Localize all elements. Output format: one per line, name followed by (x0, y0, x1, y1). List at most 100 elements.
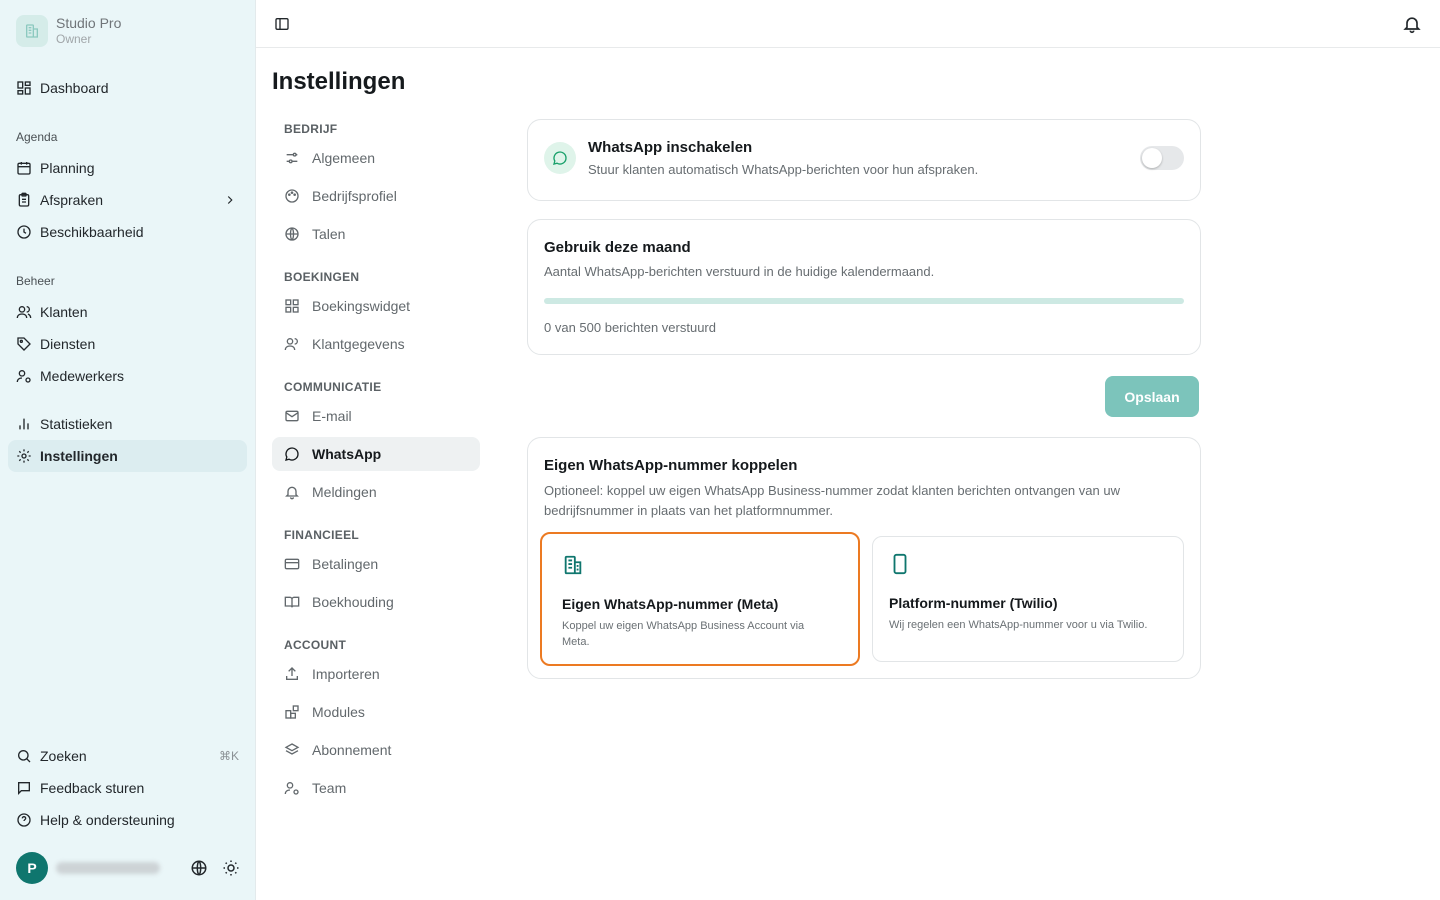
usage-summary: 0 van 500 berichten verstuurd (544, 320, 716, 335)
sidebar-item-afspraken[interactable]: Afspraken (8, 184, 247, 216)
sliders-icon (286, 152, 298, 164)
workspace-role: Owner (56, 32, 92, 46)
sidebar-item-label: Help & ondersteuning (40, 812, 175, 828)
sidebar-item-label: Statistieken (40, 416, 113, 432)
settings-item-label: WhatsApp (312, 446, 382, 462)
whatsapp-enable-title: WhatsApp inschakelen (588, 139, 753, 156)
usage-description: Aantal WhatsApp-berichten verstuurd in d… (544, 264, 935, 279)
settings-item-label: Algemeen (312, 150, 376, 166)
settings-item-modules[interactable]: Modules (272, 695, 480, 729)
settings-group-financieel: FINANCIEEL (284, 528, 359, 542)
sidebar-item-label: Afspraken (40, 192, 104, 208)
message-square-icon (18, 782, 30, 795)
nav-group-beheer: Beheer (16, 274, 55, 288)
settings-group-boekingen: BOEKINGEN (284, 270, 360, 284)
phone-icon (893, 553, 907, 575)
clipboard-icon (18, 192, 30, 207)
bell-icon[interactable] (1402, 14, 1422, 34)
settings-item-betalingen[interactable]: Betalingen (272, 547, 480, 581)
whatsapp-enable-card: WhatsApp inschakelen Stuur klanten autom… (527, 119, 1201, 201)
whatsapp-enable-toggle[interactable] (1140, 146, 1184, 170)
sidebar-item-label: Instellingen (40, 448, 118, 464)
calendar-icon (17, 162, 31, 175)
settings-item-label: Boekhouding (312, 594, 394, 610)
sidebar-toggle-icon[interactable] (274, 16, 290, 32)
sidebar-item-klanten[interactable]: Klanten (8, 296, 247, 328)
option-description: Koppel uw eigen WhatsApp Business Accoun… (562, 620, 805, 648)
connect-number-card: Eigen WhatsApp-nummer koppelen Optioneel… (527, 437, 1201, 679)
settings-item-abonnement[interactable]: Abonnement (272, 733, 480, 767)
users-icon (16, 306, 32, 319)
user-cog-icon (16, 370, 31, 383)
option-title: Platform-nummer (Twilio) (889, 595, 1058, 611)
settings-item-label: Bedrijfsprofiel (312, 188, 397, 204)
layout-grid-icon (285, 299, 299, 313)
settings-item-email[interactable]: E-mail (272, 399, 480, 433)
option-description: Wij regelen een WhatsApp-nummer voor u v… (889, 619, 1148, 631)
sidebar-item-statistieken[interactable]: Statistieken (8, 408, 247, 440)
globe-icon (285, 227, 299, 241)
chevron-right-icon[interactable] (223, 193, 237, 207)
settings-group-communicatie: COMMUNICATIE (284, 380, 382, 394)
sidebar-item-label: Planning (40, 160, 95, 176)
upload-icon (286, 667, 298, 680)
settings-item-team[interactable]: Team (272, 771, 480, 805)
user-menu[interactable]: P (16, 852, 244, 884)
option-meta[interactable]: Eigen WhatsApp-nummer (Meta) Koppel uw e… (540, 532, 860, 666)
blocks-icon (285, 705, 299, 719)
settings-item-boekhouding[interactable]: Boekhouding (272, 585, 480, 619)
building-icon (16, 14, 48, 47)
workspace-switcher[interactable]: Studio Pro Owner (16, 14, 121, 47)
sidebar-item-medewerkers[interactable]: Medewerkers (8, 360, 247, 392)
usage-title: Gebruik deze maand (544, 239, 691, 256)
sidebar-item-label: Klanten (40, 304, 88, 320)
connect-number-title: Eigen WhatsApp-nummer koppelen (544, 457, 798, 474)
settings-group-bedrijf: BEDRIJF (284, 122, 338, 136)
settings-item-bedrijfsprofiel[interactable]: Bedrijfsprofiel (272, 179, 480, 213)
whatsapp-enable-description: Stuur klanten automatisch WhatsApp-beric… (588, 162, 979, 177)
page-title: Instellingen (272, 68, 406, 95)
sidebar-item-zoeken[interactable]: Zoeken ⌘K (8, 740, 247, 772)
sidebar-item-label: Beschikbaarheid (40, 224, 144, 240)
option-title: Eigen WhatsApp-nummer (Meta) (562, 596, 779, 612)
settings-group-account: ACCOUNT (284, 638, 347, 652)
sidebar-item-help[interactable]: Help & ondersteuning (8, 804, 247, 836)
sidebar-item-label: Medewerkers (40, 368, 125, 384)
connect-number-description: Optioneel: koppel uw eigen WhatsApp Busi… (544, 483, 1120, 518)
sidebar-item-feedback[interactable]: Feedback sturen (8, 772, 247, 804)
settings-item-talen[interactable]: Talen (272, 217, 480, 251)
sun-icon[interactable] (222, 859, 240, 877)
sidebar-item-dashboard[interactable]: Dashboard (8, 72, 247, 104)
toggle-knob (1142, 148, 1162, 168)
save-button[interactable]: Opslaan (1105, 376, 1199, 417)
sidebar-item-planning[interactable]: Planning (8, 152, 247, 184)
avatar[interactable]: P (16, 852, 48, 884)
globe-icon[interactable] (190, 859, 208, 877)
sidebar: Studio Pro Owner Dashboard Agenda Planni… (0, 0, 256, 900)
settings-item-meldingen[interactable]: Meldingen (272, 475, 480, 509)
settings-item-label: Meldingen (312, 484, 377, 500)
sidebar-item-label: Dashboard (40, 80, 109, 96)
settings-item-whatsapp[interactable]: WhatsApp (272, 437, 480, 471)
palette-icon (285, 189, 299, 203)
users-icon (284, 338, 298, 351)
sidebar-item-beschikbaarheid[interactable]: Beschikbaarheid (8, 216, 247, 248)
sidebar-item-label: Diensten (40, 336, 96, 352)
settings-item-label: Importeren (312, 666, 380, 682)
workspace-name: Studio Pro (56, 15, 122, 31)
clock-icon (17, 225, 31, 239)
settings-item-klantgegevens[interactable]: Klantgegevens (272, 327, 480, 361)
settings-item-importeren[interactable]: Importeren (272, 657, 480, 691)
settings-item-algemeen[interactable]: Algemeen (272, 141, 480, 175)
book-open-icon (284, 596, 300, 608)
settings-item-boekingswidget[interactable]: Boekingswidget (272, 289, 480, 323)
settings-item-label: E-mail (312, 408, 352, 424)
sidebar-item-label: Zoeken (40, 748, 87, 764)
settings-item-label: Team (312, 780, 347, 796)
building-icon (564, 555, 582, 575)
option-twilio[interactable]: Platform-nummer (Twilio) Wij regelen een… (872, 536, 1184, 662)
settings-item-label: Talen (312, 226, 346, 242)
sidebar-item-instellingen[interactable]: Instellingen (8, 440, 247, 472)
sidebar-item-diensten[interactable]: Diensten (8, 328, 247, 360)
user-email-redacted (56, 862, 160, 874)
